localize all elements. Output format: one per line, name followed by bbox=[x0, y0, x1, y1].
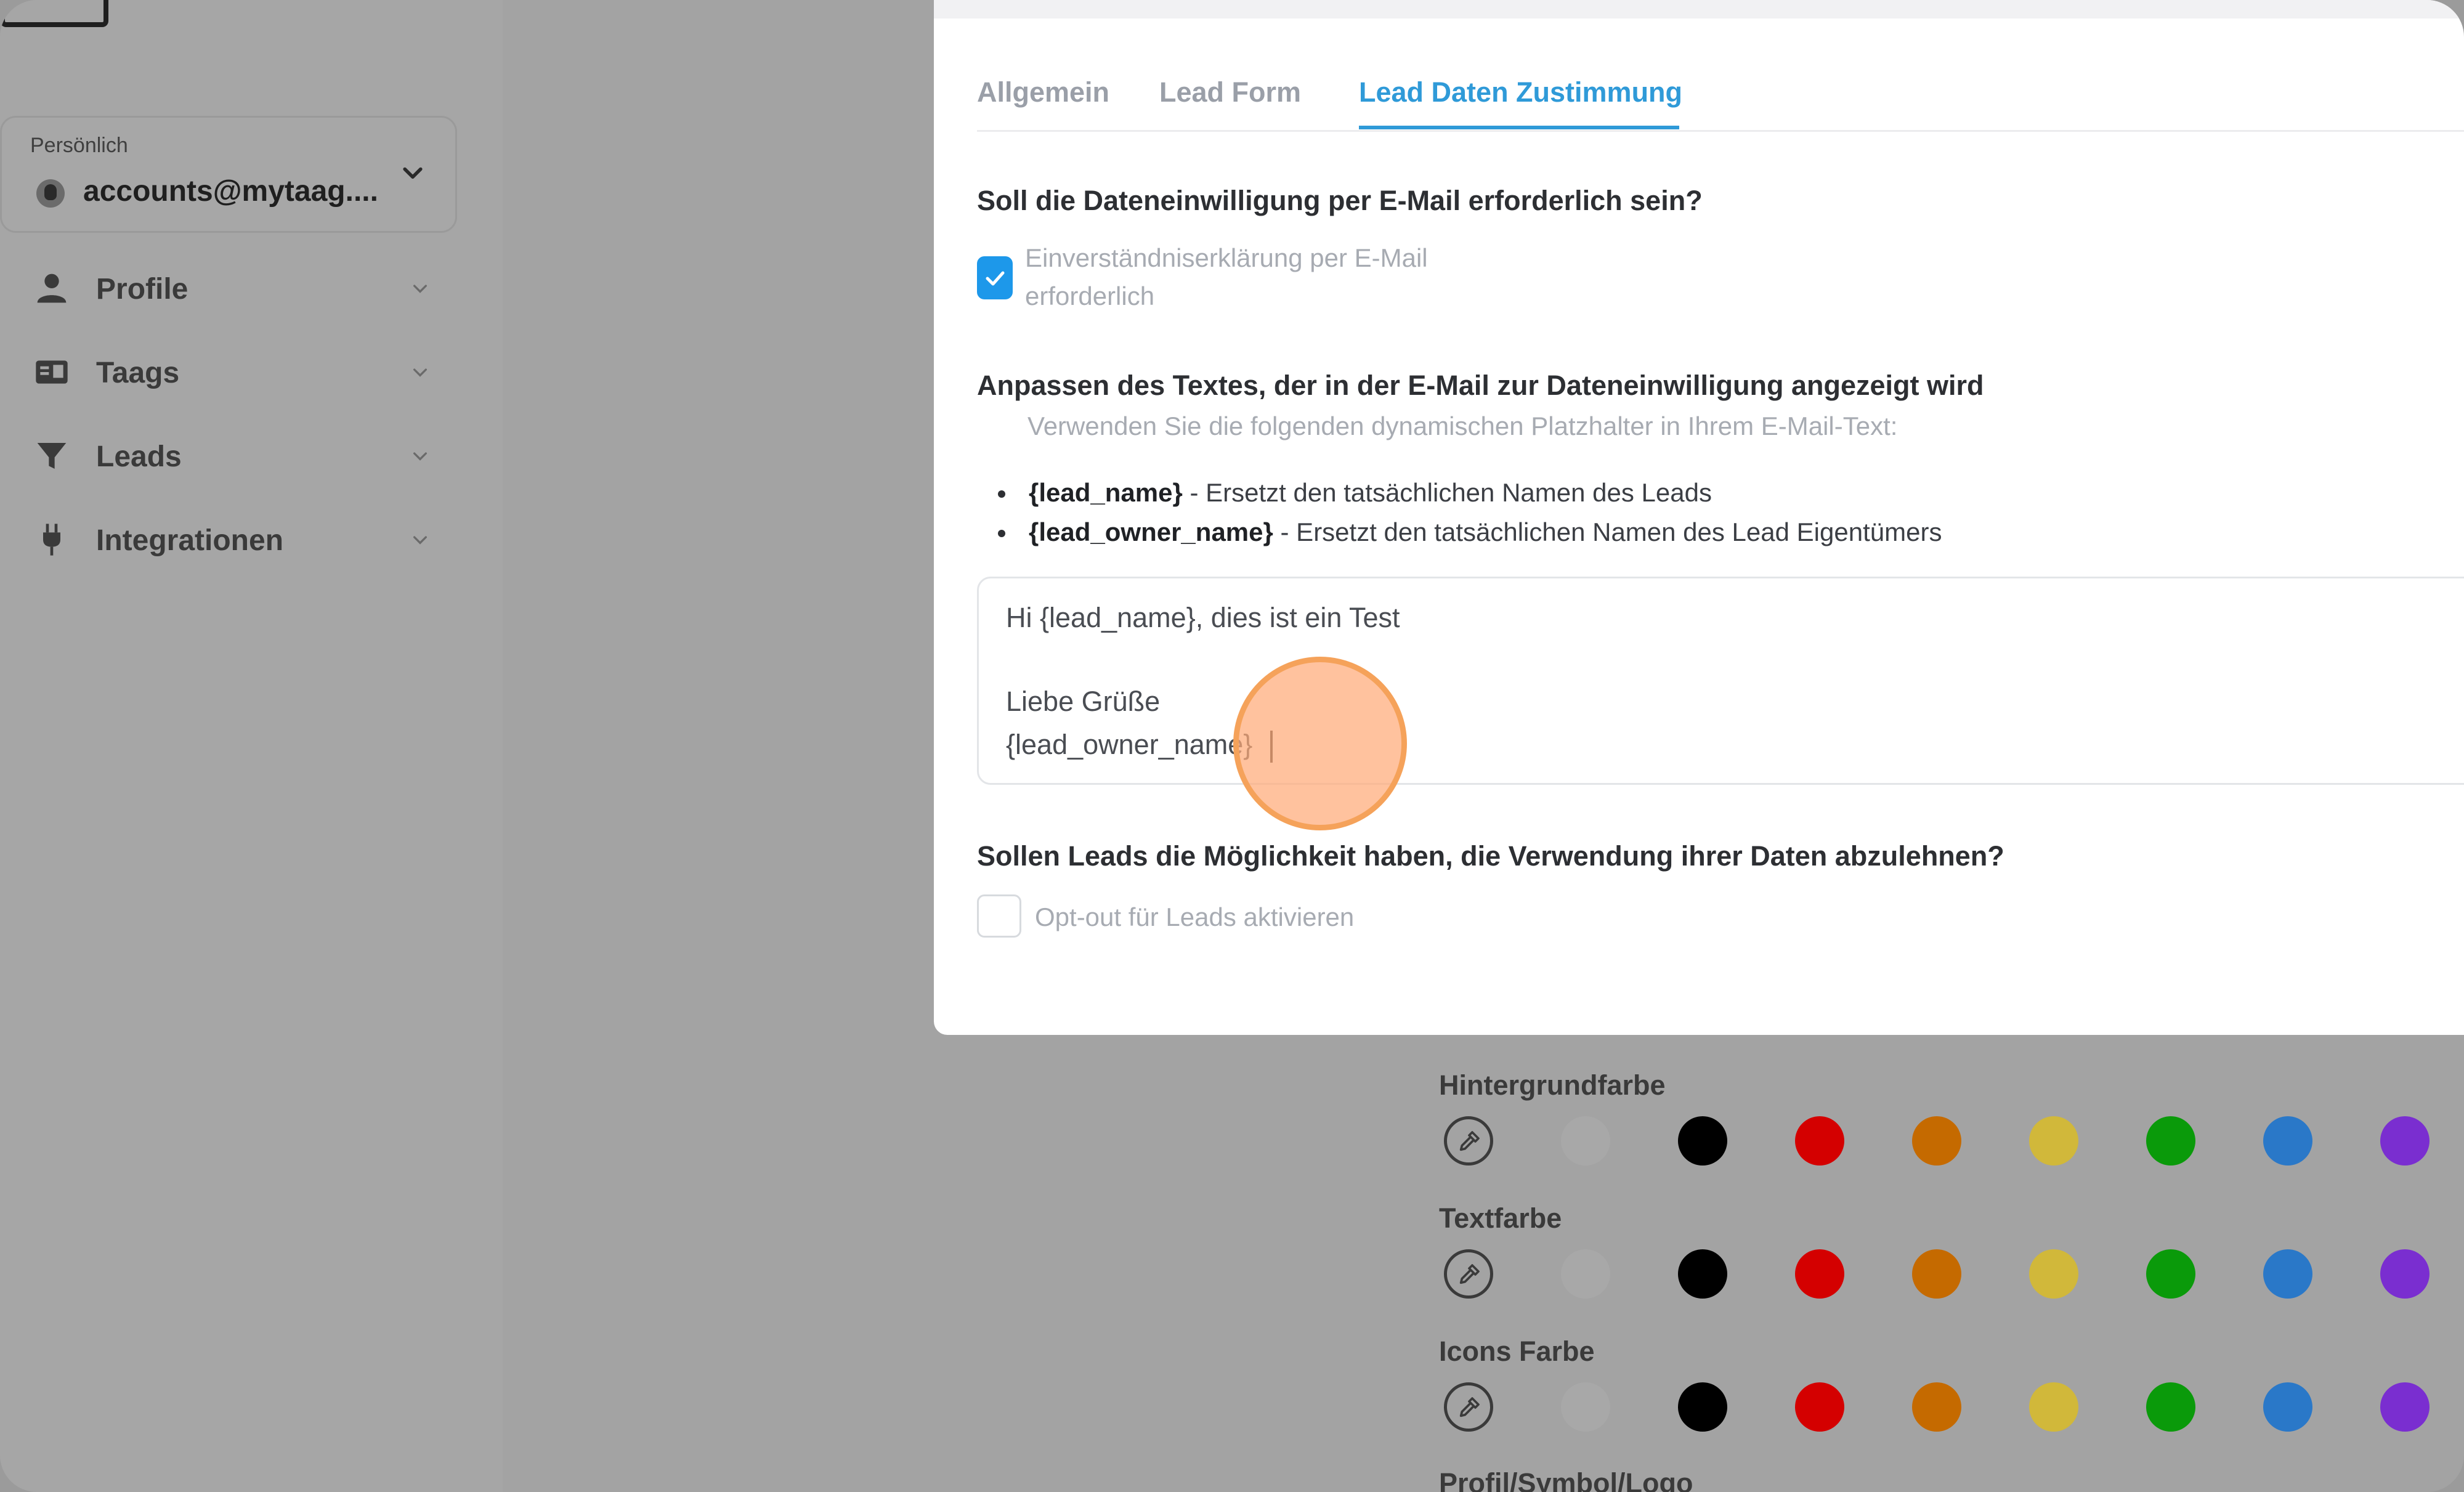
sidebar: Persönlich accounts@mytaag.... Profile T… bbox=[0, 0, 503, 1492]
color-swatch[interactable] bbox=[2380, 1116, 2430, 1166]
placeholder-desc: - Ersetzt den tatsächlichen Namen des Le… bbox=[1182, 478, 1712, 507]
eyedropper-icon[interactable] bbox=[1444, 1382, 1493, 1432]
section-title-icons-color: Icons Farbe bbox=[1439, 1336, 1595, 1367]
sidebar-item-taags[interactable]: Taags bbox=[34, 346, 435, 395]
account-switcher[interactable]: Persönlich accounts@mytaag.... bbox=[0, 116, 457, 233]
sidebar-item-leads[interactable]: Leads bbox=[34, 430, 435, 479]
color-swatch[interactable] bbox=[1795, 1249, 1844, 1299]
sidebar-item-integrationen[interactable]: Integrationen bbox=[34, 514, 435, 563]
tab-allgemein[interactable]: Allgemein bbox=[977, 76, 1109, 108]
question-email-text: Anpassen des Textes, der in der E-Mail z… bbox=[977, 370, 1984, 401]
color-swatch[interactable] bbox=[1912, 1249, 1961, 1299]
color-swatch[interactable] bbox=[1795, 1382, 1844, 1432]
avatar bbox=[36, 179, 65, 208]
email-consent-label-line2: erforderlich bbox=[1025, 282, 1155, 310]
list-item: {lead_name} - Ersetzt den tatsächlichen … bbox=[977, 473, 1942, 513]
placeholder-hint: Verwenden Sie die folgenden dynamischen … bbox=[1027, 412, 1898, 440]
color-swatch[interactable] bbox=[1561, 1249, 1610, 1299]
color-swatch[interactable] bbox=[2263, 1116, 2312, 1166]
color-swatch[interactable] bbox=[2146, 1116, 2195, 1166]
placeholder-key: {lead_owner_name} bbox=[1029, 517, 1273, 546]
color-swatch[interactable] bbox=[2029, 1249, 2078, 1299]
person-icon bbox=[37, 274, 67, 303]
opt-out-label: Opt-out für Leads aktivieren bbox=[1035, 902, 1355, 931]
tab-lead-form[interactable]: Lead Form bbox=[1159, 76, 1301, 108]
color-swatch[interactable] bbox=[2380, 1382, 2430, 1432]
color-swatch[interactable] bbox=[1678, 1382, 1727, 1432]
email-consent-label-line1: Einverständniserklärung per E-Mail bbox=[1025, 243, 1428, 272]
section-title-profile-logo: Profil/Symbol/Logo bbox=[1439, 1467, 1693, 1492]
question-opt-out: Sollen Leads die Möglichkeit haben, die … bbox=[977, 840, 2004, 872]
tab-bar: Allgemein Lead Form Lead Daten Zustimmun… bbox=[977, 74, 2464, 132]
color-swatch[interactable] bbox=[1912, 1116, 1961, 1166]
placeholder-list: {lead_name} - Ersetzt den tatsächlichen … bbox=[977, 473, 1942, 552]
textarea-line: Hi {lead_name}, dies ist ein Test bbox=[1006, 602, 1400, 633]
plug-icon bbox=[43, 524, 60, 556]
account-label: Persönlich bbox=[30, 134, 128, 157]
color-swatch[interactable] bbox=[2263, 1382, 2312, 1432]
card-icon bbox=[36, 360, 68, 384]
email-text-textarea[interactable]: Hi {lead_name}, dies ist ein Test Liebe … bbox=[977, 577, 2464, 785]
list-item: {lead_owner_name} - Ersetzt den tatsächl… bbox=[977, 513, 1942, 552]
chevron-down-icon bbox=[413, 285, 427, 293]
color-swatch[interactable] bbox=[1561, 1382, 1610, 1432]
click-indicator bbox=[1233, 657, 1407, 830]
color-swatch[interactable] bbox=[2146, 1249, 2195, 1299]
sidebar-item-label: Leads bbox=[96, 440, 182, 473]
sidebar-item-label: Taags bbox=[96, 357, 180, 389]
color-swatch[interactable] bbox=[1678, 1116, 1727, 1166]
chevron-down-icon[interactable] bbox=[399, 159, 426, 186]
active-tab-indicator bbox=[1359, 126, 1679, 129]
color-swatch[interactable] bbox=[2263, 1249, 2312, 1299]
chevron-down-icon bbox=[413, 368, 427, 377]
section-title-text-color: Textfarbe bbox=[1439, 1202, 1562, 1234]
color-swatch[interactable] bbox=[2146, 1382, 2195, 1432]
consent-settings-modal: Allgemein Lead Form Lead Daten Zustimmun… bbox=[934, 0, 2464, 1035]
color-swatch[interactable] bbox=[1912, 1382, 1961, 1432]
modal-top-edge bbox=[934, 0, 2464, 18]
email-consent-checkbox[interactable] bbox=[977, 256, 1013, 299]
logo bbox=[0, 0, 108, 27]
sidebar-item-label: Integrationen bbox=[96, 524, 284, 557]
color-swatch[interactable] bbox=[1678, 1249, 1727, 1299]
account-email: accounts@mytaag.... bbox=[83, 175, 378, 208]
question-email-consent: Soll die Dateneinwilligung per E-Mail er… bbox=[977, 185, 1703, 216]
checkmark-icon bbox=[986, 271, 1005, 286]
placeholder-desc: - Ersetzt den tatsächlichen Namen des Le… bbox=[1273, 517, 1942, 546]
placeholder-key: {lead_name} bbox=[1029, 478, 1183, 507]
textarea-line: Liebe Grüße bbox=[1006, 686, 1161, 717]
chevron-down-icon bbox=[413, 452, 427, 461]
color-swatch[interactable] bbox=[2029, 1116, 2078, 1166]
color-swatch[interactable] bbox=[2029, 1382, 2078, 1432]
color-swatch[interactable] bbox=[1795, 1116, 1844, 1166]
eyedropper-icon[interactable] bbox=[1444, 1249, 1493, 1299]
color-swatch[interactable] bbox=[2380, 1249, 2430, 1299]
opt-out-checkbox[interactable] bbox=[977, 894, 1021, 938]
eyedropper-icon[interactable] bbox=[1444, 1116, 1493, 1166]
textarea-line: {lead_owner_name} bbox=[1006, 729, 1253, 760]
section-title-background-color: Hintergrundfarbe bbox=[1439, 1069, 1666, 1101]
funnel-icon bbox=[37, 443, 67, 469]
color-swatch[interactable] bbox=[1561, 1116, 1610, 1166]
chevron-down-icon bbox=[413, 536, 427, 545]
sidebar-item-label: Profile bbox=[96, 273, 188, 306]
tab-lead-daten-zustimmung[interactable]: Lead Daten Zustimmung bbox=[1359, 76, 1682, 108]
app-window: Persönlich accounts@mytaag.... Profile T… bbox=[0, 0, 2464, 1492]
sidebar-item-profile[interactable]: Profile bbox=[34, 262, 435, 312]
